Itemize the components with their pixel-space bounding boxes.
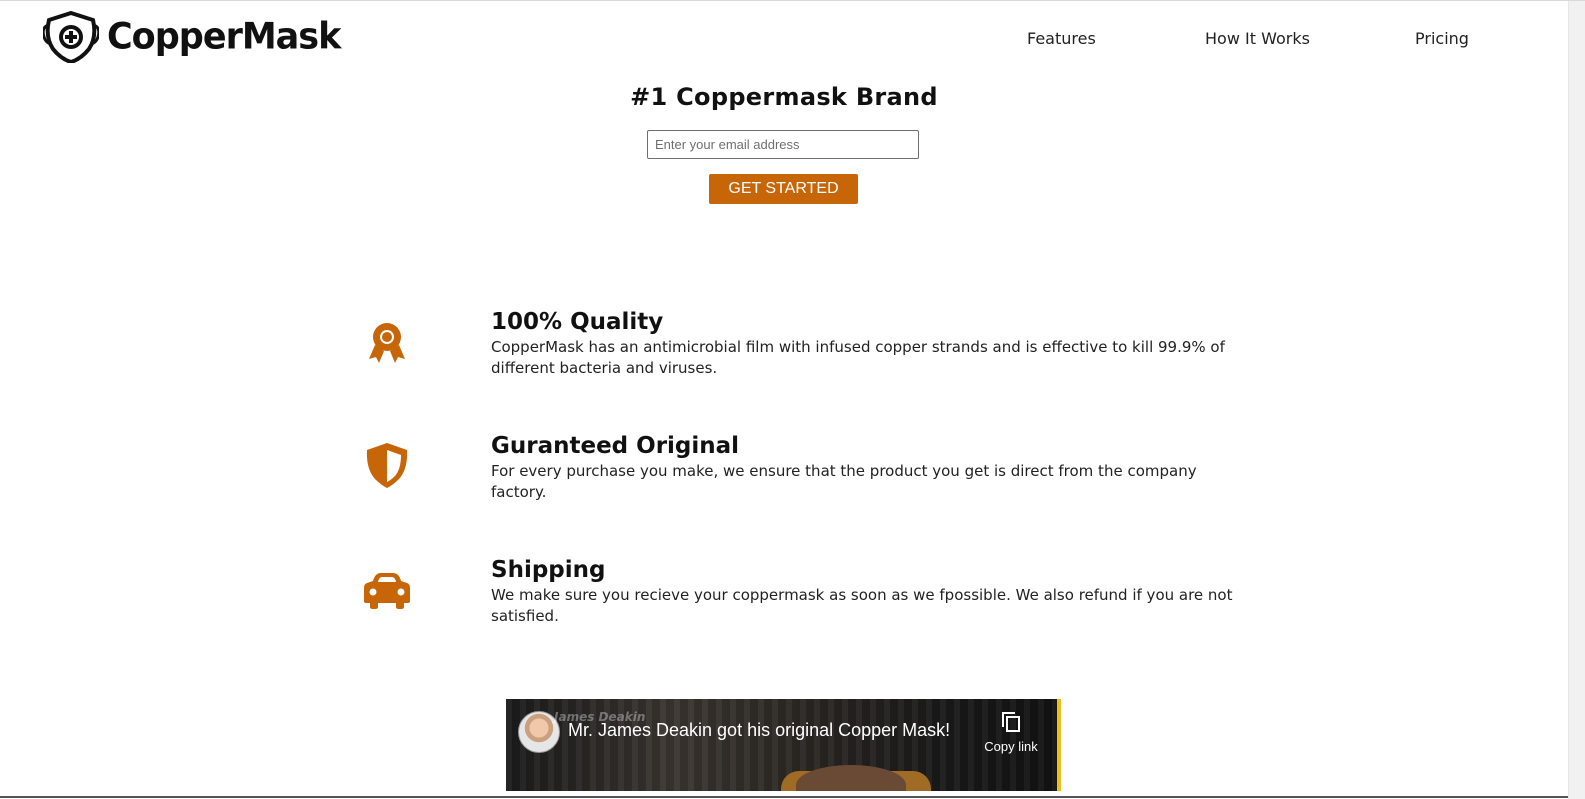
hero-title: #1 Coppermask Brand [630, 83, 938, 111]
feature-text: For every purchase you make, we ensure t… [491, 462, 1197, 501]
copy-link-button[interactable]: Copy link [981, 711, 1041, 754]
feature-title: Shipping [491, 557, 606, 583]
email-input[interactable] [647, 130, 919, 159]
car-icon [364, 573, 410, 609]
video-embed[interactable]: James Deakin Mr. James Deakin got his or… [506, 699, 1061, 791]
brand-name: CopperMask [107, 16, 341, 58]
scrollbar[interactable] [1568, 1, 1585, 799]
award-ribbon-icon [369, 323, 405, 363]
shield-plus-icon [43, 11, 99, 63]
feature-text: We make sure you recieve your coppermask… [491, 586, 1233, 625]
nav-features[interactable]: Features [1027, 29, 1096, 48]
get-started-button[interactable]: GET STARTED [709, 174, 858, 204]
nav-how-it-works[interactable]: How It Works [1205, 29, 1310, 48]
feature-title: 100% Quality [491, 309, 664, 335]
copy-icon [1002, 712, 1020, 732]
shield-half-icon [366, 443, 408, 488]
video-edge [1057, 699, 1061, 791]
copy-link-label: Copy link [984, 739, 1038, 754]
nav-pricing[interactable]: Pricing [1415, 29, 1469, 48]
feature-title: Guranteed Original [491, 433, 740, 459]
brand-logo[interactable]: CopperMask [43, 11, 341, 63]
feature-text: CopperMask has an antimicrobial film wit… [491, 338, 1225, 377]
video-title[interactable]: Mr. James Deakin got his original Copper… [568, 720, 950, 741]
